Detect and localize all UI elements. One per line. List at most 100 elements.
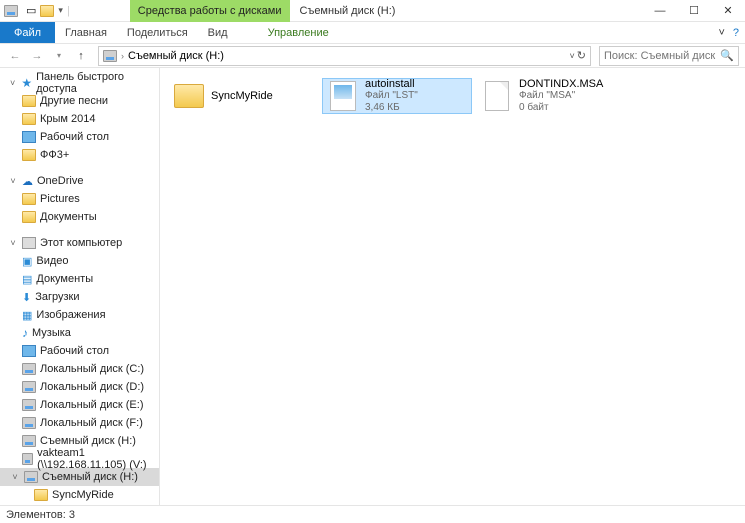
star-icon: ★ <box>21 76 32 90</box>
sidebar-item-label: Крым 2014 <box>40 113 96 125</box>
search-input[interactable] <box>604 50 716 62</box>
ribbon-expand-icon[interactable]: ˅ <box>718 27 724 39</box>
item-size: 0 байт <box>519 102 603 114</box>
sidebar-item[interactable]: Локальный диск (D:) <box>0 378 159 396</box>
sidebar-item[interactable]: Рабочий стол <box>0 342 159 360</box>
sidebar-this-pc[interactable]: ˅ Этот компьютер <box>0 234 159 252</box>
network-drive-icon <box>22 453 33 465</box>
navigation-pane[interactable]: ˅ ★ Панель быстрого доступа Другие песни… <box>0 68 160 505</box>
tab-file[interactable]: Файл <box>0 22 55 43</box>
sidebar-item[interactable]: ▦Изображения <box>0 306 159 324</box>
item-name: autoinstall <box>365 78 418 90</box>
item-file[interactable]: DONTINDX.MSA Файл "MSA" 0 байт <box>476 78 626 114</box>
folder-icon <box>22 211 36 223</box>
drive-icon <box>22 381 36 393</box>
sidebar-item-label: Панель быстрого доступа <box>36 71 159 95</box>
sidebar-item-label: Изображения <box>36 309 105 321</box>
sidebar-quick-access[interactable]: ˅ ★ Панель быстрого доступа <box>0 74 159 92</box>
tab-view[interactable]: Вид <box>198 22 238 43</box>
sidebar-item-label: Музыка <box>32 327 71 339</box>
qat-newfolder-icon[interactable] <box>40 5 54 17</box>
sidebar-item[interactable]: ФФ3+ <box>0 146 159 164</box>
sidebar-item[interactable]: ▣Видео <box>0 252 159 270</box>
nav-recent-dropdown[interactable]: ▾ <box>50 47 68 65</box>
window-title: Съемный диск (H:) <box>300 5 396 17</box>
search-box[interactable]: 🔍 <box>599 46 739 66</box>
item-file-selected[interactable]: autoinstall Файл "LST" 3,46 КБ <box>322 78 472 114</box>
sidebar-item-label: Локальный диск (C:) <box>40 363 144 375</box>
sidebar-item-label: Другие песни <box>40 95 108 107</box>
sidebar-item[interactable]: vakteam1 (\\192.168.11.105) (V:) <box>0 450 159 468</box>
breadcrumb-location[interactable]: Съемный диск (H:) <box>128 50 224 62</box>
sidebar-onedrive[interactable]: ˅ ☁ OneDrive <box>0 172 159 190</box>
sidebar-item-label: Pictures <box>40 193 80 205</box>
folder-icon <box>34 489 48 501</box>
file-lst-icon <box>330 81 356 111</box>
sidebar-item-label: Локальный диск (D:) <box>40 381 144 393</box>
chevron-down-icon[interactable]: ˅ <box>10 472 20 482</box>
nav-up-button[interactable]: ↑ <box>72 47 90 65</box>
drive-icon <box>4 4 18 18</box>
tab-manage[interactable]: Управление <box>258 22 339 43</box>
sidebar-item-label: Съемный диск (H:) <box>40 435 136 447</box>
documents-icon: ▤ <box>22 273 32 286</box>
qat-customize-icon[interactable]: ▾ <box>58 5 63 16</box>
sidebar-item[interactable]: Локальный диск (F:) <box>0 414 159 432</box>
sidebar-item[interactable]: ⬇Загрузки <box>0 288 159 306</box>
qat-properties-icon[interactable]: ▭ <box>26 4 36 17</box>
sidebar-item-label: Съемный диск (H:) <box>42 471 138 483</box>
address-refresh-icon[interactable]: ↻ <box>577 49 586 62</box>
tab-share[interactable]: Поделиться <box>117 22 198 43</box>
sidebar-item[interactable]: Рабочий стол <box>0 128 159 146</box>
sidebar-item-label: SyncMyRide <box>52 489 114 501</box>
sidebar-item[interactable]: SyncMyRide <box>0 486 159 504</box>
address-bar[interactable]: › Съемный диск (H:) ˅ ↻ <box>98 46 591 66</box>
drive-icon <box>22 417 36 429</box>
item-folder[interactable]: SyncMyRide <box>168 78 318 114</box>
sidebar-item-label: Рабочий стол <box>40 345 109 357</box>
help-icon[interactable]: ? <box>733 27 739 39</box>
address-drive-icon <box>103 50 117 62</box>
address-dropdown-icon[interactable]: ˅ <box>570 51 575 61</box>
folder-icon <box>22 113 36 125</box>
folder-icon <box>22 95 36 107</box>
breadcrumb-sep-icon[interactable]: › <box>121 51 124 61</box>
tab-home[interactable]: Главная <box>55 22 117 43</box>
sidebar-item[interactable]: Локальный диск (E:) <box>0 396 159 414</box>
sidebar-item[interactable]: Документы <box>0 208 159 226</box>
sidebar-item-label: Документы <box>40 211 97 223</box>
folder-icon <box>22 149 36 161</box>
sidebar-item-current[interactable]: ˅ Съемный диск (H:) <box>0 468 159 486</box>
chevron-down-icon[interactable]: ˅ <box>8 176 18 186</box>
nav-back-button[interactable]: ← <box>6 47 24 65</box>
contextual-tool-group: Средства работы с дисками <box>130 0 290 22</box>
sidebar-item[interactable]: ♪ Музыка <box>0 324 159 342</box>
sidebar-item[interactable]: Pictures <box>0 190 159 208</box>
sidebar-item-label: OneDrive <box>37 175 83 187</box>
chevron-down-icon[interactable]: ˅ <box>8 78 17 88</box>
folder-icon <box>174 84 204 108</box>
sidebar-item[interactable]: Крым 2014 <box>0 110 159 128</box>
sidebar-item-label: vakteam1 (\\192.168.11.105) (V:) <box>37 447 159 471</box>
search-icon[interactable]: 🔍 <box>720 49 734 62</box>
drive-icon <box>22 399 36 411</box>
sidebar-item[interactable]: Локальный диск (C:) <box>0 360 159 378</box>
drive-icon <box>22 363 36 375</box>
maximize-button[interactable]: ☐ <box>677 0 711 22</box>
item-type: Файл "MSA" <box>519 90 603 102</box>
items-view[interactable]: SyncMyRide autoinstall Файл "LST" 3,46 К… <box>160 68 745 505</box>
music-icon: ♪ <box>22 326 28 340</box>
sidebar-item[interactable]: ▤Документы <box>0 270 159 288</box>
drive-icon <box>22 435 36 447</box>
sidebar-item-label: Этот компьютер <box>40 237 122 249</box>
sidebar-item-label: Рабочий стол <box>40 131 109 143</box>
minimize-button[interactable]: — <box>643 0 677 22</box>
close-button[interactable]: ✕ <box>711 0 745 22</box>
sidebar-item-label: ФФ3+ <box>40 149 69 161</box>
sidebar-item-label: Видео <box>36 255 68 267</box>
onedrive-icon: ☁ <box>22 175 33 188</box>
sidebar-item-label: Локальный диск (E:) <box>40 399 144 411</box>
drive-icon <box>24 471 38 483</box>
item-size: 3,46 КБ <box>365 102 418 114</box>
chevron-down-icon[interactable]: ˅ <box>8 238 18 248</box>
